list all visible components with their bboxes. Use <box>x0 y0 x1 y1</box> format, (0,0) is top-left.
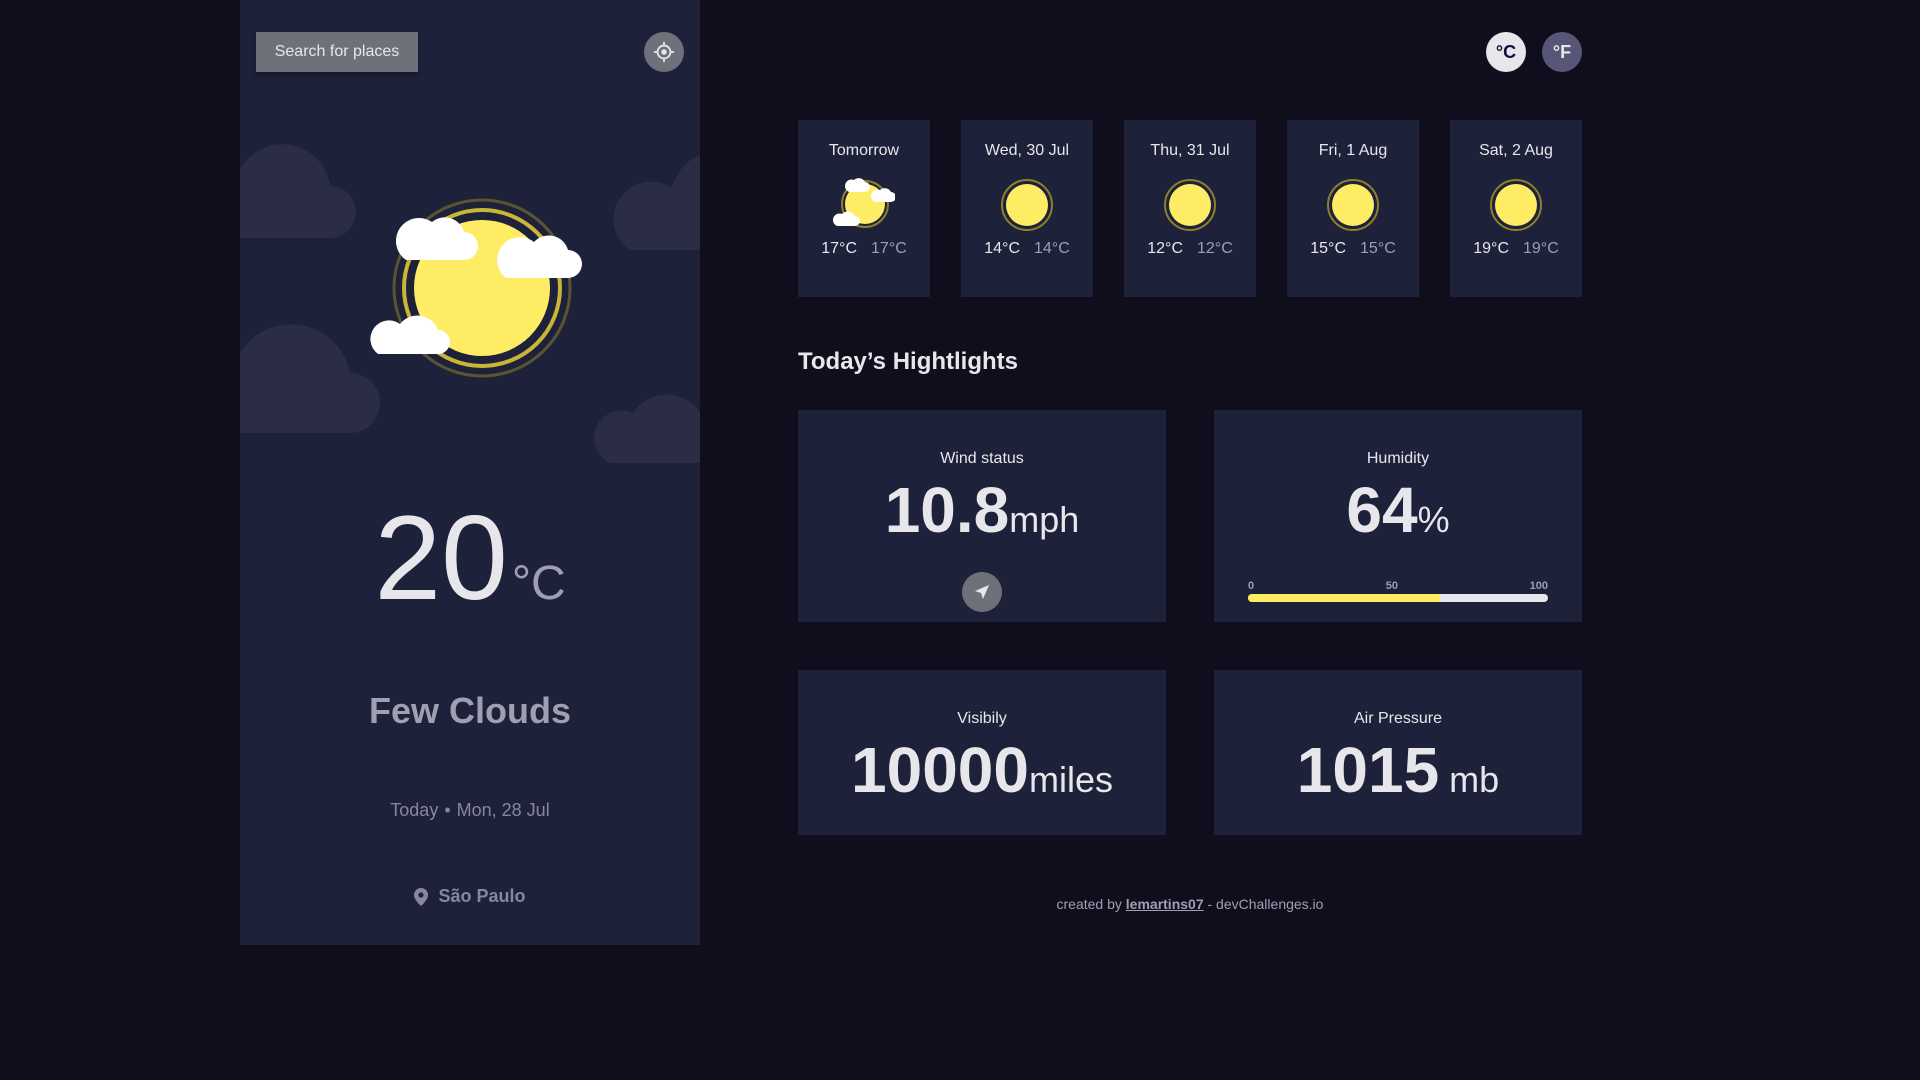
footer-prefix: created by <box>1056 896 1126 912</box>
air-pressure-card: Air Pressure 1015 mb <box>1214 670 1582 835</box>
humidity-scale-min: 0 <box>1248 580 1255 592</box>
date-separator: • <box>444 800 451 820</box>
forecast-min-temp: 17°C <box>871 240 907 257</box>
sun-icon <box>1001 179 1053 231</box>
forecast-card: Tomorrow 17°C 17°C <box>798 120 930 297</box>
humidity-scale-max: 100 <box>1529 580 1548 592</box>
forecast-max-temp: 14°C <box>984 240 1020 257</box>
current-temperature: 20°C <box>240 488 700 628</box>
forecast-day: Wed, 30 Jul <box>984 142 1070 159</box>
footer: created by lemartins07 - devChallenges.i… <box>798 896 1582 912</box>
humidity-value: 64 <box>1346 474 1418 546</box>
sun-icon <box>1490 179 1542 231</box>
humidity-bar-fill <box>1248 594 1440 602</box>
celsius-button[interactable]: °C <box>1486 32 1526 72</box>
visibility-card: Visibily 10000miles <box>798 670 1166 835</box>
sidebar: Search for places 20°C Few Clouds Today … <box>240 0 700 945</box>
wind-status-card: Wind status 10.8mph <box>798 410 1166 622</box>
forecast-day: Sat, 2 Aug <box>1479 142 1553 159</box>
sun-with-clouds-icon <box>370 198 582 378</box>
wind-speed-value: 10.8 <box>884 474 1010 546</box>
date-value: Mon, 28 Jul <box>456 800 550 820</box>
temperature-unit: °C <box>511 557 566 610</box>
footer-suffix: - devChallenges.io <box>1203 896 1324 912</box>
forecast-day: Thu, 31 Jul <box>1150 142 1230 159</box>
location-name: São Paulo <box>438 886 526 906</box>
crosshair-icon <box>653 41 675 63</box>
humidity-card: Humidity 64% 0 50 100 <box>1214 410 1582 622</box>
forecast-day: Fri, 1 Aug <box>1318 142 1388 159</box>
background-cloud-icon <box>594 394 700 463</box>
sun-icon <box>1164 179 1216 231</box>
air-pressure-label: Air Pressure <box>1353 710 1443 727</box>
forecast-card: Fri, 1 Aug 15°C 15°C <box>1287 120 1419 297</box>
visibility-value: 10000 <box>851 734 1029 806</box>
wind-direction-indicator <box>962 572 1002 612</box>
forecast-max-temp: 19°C <box>1473 240 1509 257</box>
forecast-card: Sat, 2 Aug 19°C 19°C <box>1450 120 1582 297</box>
background-cloud-icon <box>240 144 356 238</box>
weather-condition: Few Clouds <box>368 690 571 731</box>
forecast-min-temp: 14°C <box>1034 240 1070 257</box>
forecast-min-temp: 12°C <box>1197 240 1233 257</box>
forecast-min-temp: 15°C <box>1360 240 1396 257</box>
background-cloud-icon <box>613 154 700 250</box>
forecast-min-temp: 19°C <box>1523 240 1559 257</box>
visibility-unit: miles <box>1028 759 1113 800</box>
air-pressure-unit: mb <box>1439 759 1500 800</box>
forecast-card: Wed, 30 Jul 14°C 14°C <box>961 120 1093 297</box>
forecast-max-temp: 12°C <box>1147 240 1183 257</box>
humidity-label: Humidity <box>1366 450 1430 467</box>
fahrenheit-button[interactable]: °F <box>1542 32 1582 72</box>
today-label: Today <box>390 800 439 820</box>
background-cloud-icon <box>240 324 380 433</box>
humidity-unit: % <box>1417 499 1450 540</box>
forecast-card: Thu, 31 Jul 12°C 12°C <box>1124 120 1256 297</box>
highlights-title: Today’s Hightlights <box>798 348 1018 375</box>
wind-status-label: Wind status <box>940 450 1024 467</box>
humidity-scale-mid: 50 <box>1385 580 1398 592</box>
author-link[interactable]: lemartins07 <box>1126 896 1204 912</box>
humidity-bar: 0 50 100 <box>1248 580 1548 602</box>
air-pressure-value: 1015 <box>1296 734 1440 806</box>
visibility-label: Visibily <box>957 710 1007 727</box>
navigation-arrow-icon <box>975 585 989 599</box>
humidity-bar-track <box>1248 594 1548 602</box>
forecast-day: Tomorrow <box>828 142 900 159</box>
map-pin-icon <box>414 887 429 906</box>
sun-icon <box>1327 179 1379 231</box>
forecast-max-temp: 15°C <box>1310 240 1346 257</box>
wind-speed-unit: mph <box>1009 499 1080 540</box>
locate-button[interactable] <box>644 32 684 72</box>
sun-with-clouds-icon <box>833 178 895 228</box>
current-date: Today • Mon, 28 Jul <box>240 800 700 821</box>
current-location: São Paulo <box>240 886 700 907</box>
search-places-button[interactable]: Search for places <box>256 32 418 72</box>
forecast-max-temp: 17°C <box>821 240 857 257</box>
temperature-value: 20 <box>374 491 508 625</box>
